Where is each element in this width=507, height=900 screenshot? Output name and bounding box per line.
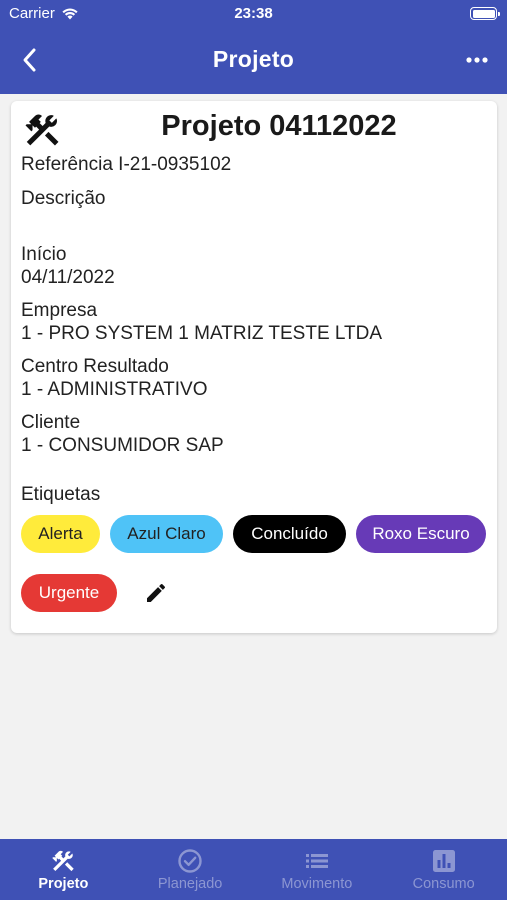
tag-chip[interactable]: Alerta [21, 515, 100, 553]
cost-center-value: 1 - ADMINISTRATIVO [21, 379, 208, 400]
page-title: Projeto [212, 46, 295, 72]
tag-chip-label: Roxo Escuro [372, 524, 470, 543]
tab-label: Planejado [157, 876, 223, 892]
start-value: 04/11/2022 [21, 267, 115, 288]
company-value: 1 - PRO SYSTEM 1 MATRIZ TESTE LTDA [21, 323, 383, 344]
cost-center-label: Centro Resultado [21, 356, 169, 377]
tab-label: Consumo [412, 876, 475, 892]
project-title: Projeto 04112022 [161, 110, 397, 142]
start-label: Início [21, 244, 67, 265]
tag-chip[interactable]: Azul Claro [110, 515, 223, 553]
bar-chart-icon [432, 850, 455, 872]
status-bar: Carrier 23:38 [0, 0, 507, 28]
tag-chip[interactable]: Concluído [233, 515, 346, 553]
tab-planejado[interactable]: Planejado [127, 839, 254, 900]
list-icon [305, 854, 328, 868]
client-label: Cliente [21, 412, 81, 433]
tab-projeto[interactable]: Projeto [0, 839, 127, 900]
tab-label: Projeto [38, 876, 89, 892]
tag-chip-label: Concluído [251, 524, 328, 543]
navigation-bar: Projeto [0, 36, 507, 84]
description-label: Descrição [21, 188, 106, 209]
project-reference: Referência I-21-0935102 [21, 154, 232, 175]
tags-label: Etiquetas [21, 484, 101, 505]
tools-icon [52, 850, 75, 872]
check-circle-icon [178, 849, 202, 873]
pencil-icon [147, 583, 166, 602]
tab-consumo[interactable]: Consumo [380, 839, 507, 900]
tag-chip-label: Azul Claro [127, 524, 206, 543]
company-label: Empresa [21, 300, 98, 321]
app-header: Carrier 23:38 Projeto [0, 0, 507, 94]
status-time: 23:38 [234, 5, 273, 22]
tag-chip-label: Alerta [38, 524, 83, 543]
client-value: 1 - CONSUMIDOR SAP [21, 435, 224, 456]
tag-chip[interactable]: Roxo Escuro [356, 515, 486, 553]
tag-chip-label: Urgente [38, 583, 100, 602]
edit-tags-button[interactable] [142, 579, 170, 607]
project-detail-card: Projeto 04112022 Referência I-21-0935102… [11, 101, 497, 633]
more-horizontal-icon [466, 57, 488, 63]
tag-chip[interactable]: Urgente [21, 574, 117, 612]
bottom-tab-bar: Projeto Planejado Movimento Consumo [0, 839, 507, 900]
more-options-button[interactable] [461, 44, 493, 76]
battery-icon [470, 7, 500, 20]
tab-movimento[interactable]: Movimento [254, 839, 381, 900]
tab-label: Movimento [281, 876, 353, 892]
